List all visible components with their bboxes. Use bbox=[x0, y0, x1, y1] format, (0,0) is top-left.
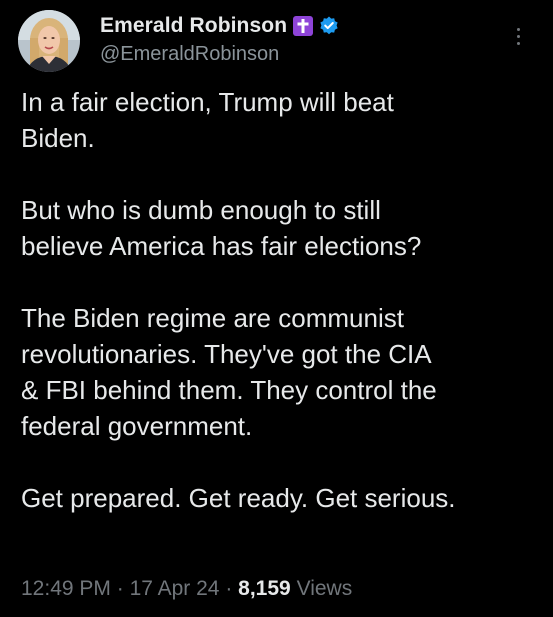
avatar[interactable] bbox=[18, 10, 80, 72]
views-label: Views bbox=[296, 577, 353, 600]
tweet-card: Emerald Robinson @EmeraldRobinson In a f… bbox=[0, 0, 553, 617]
cross-icon bbox=[293, 16, 314, 36]
author-name-row: Emerald Robinson bbox=[100, 13, 340, 39]
author-handle[interactable]: @EmeraldRobinson bbox=[100, 43, 279, 66]
tweet-text: In a fair election, Trump will beat Bide… bbox=[21, 84, 541, 552]
tweet-paragraph: But who is dumb enough to still believe … bbox=[21, 195, 422, 261]
meta-separator: · bbox=[116, 577, 124, 600]
tweet-meta: 12:49 PM · 17 Apr 24 · 8,159 Views bbox=[21, 577, 352, 601]
verified-check-icon[interactable] bbox=[318, 15, 340, 37]
tweet-paragraph: Get prepared. Get ready. Get serious. bbox=[21, 483, 456, 513]
views-count[interactable]: 8,159 bbox=[238, 577, 291, 600]
more-options-icon[interactable] bbox=[508, 22, 528, 50]
tweet-time[interactable]: 12:49 PM bbox=[21, 577, 111, 600]
tweet-date[interactable]: 17 Apr 24 bbox=[130, 577, 220, 600]
meta-separator: · bbox=[225, 577, 233, 600]
avatar-image bbox=[18, 10, 80, 72]
tweet-paragraph: The Biden regime are communist revolutio… bbox=[21, 303, 437, 441]
tweet-paragraph: In a fair election, Trump will beat Bide… bbox=[21, 87, 394, 153]
author-display-name[interactable]: Emerald Robinson bbox=[100, 14, 287, 38]
